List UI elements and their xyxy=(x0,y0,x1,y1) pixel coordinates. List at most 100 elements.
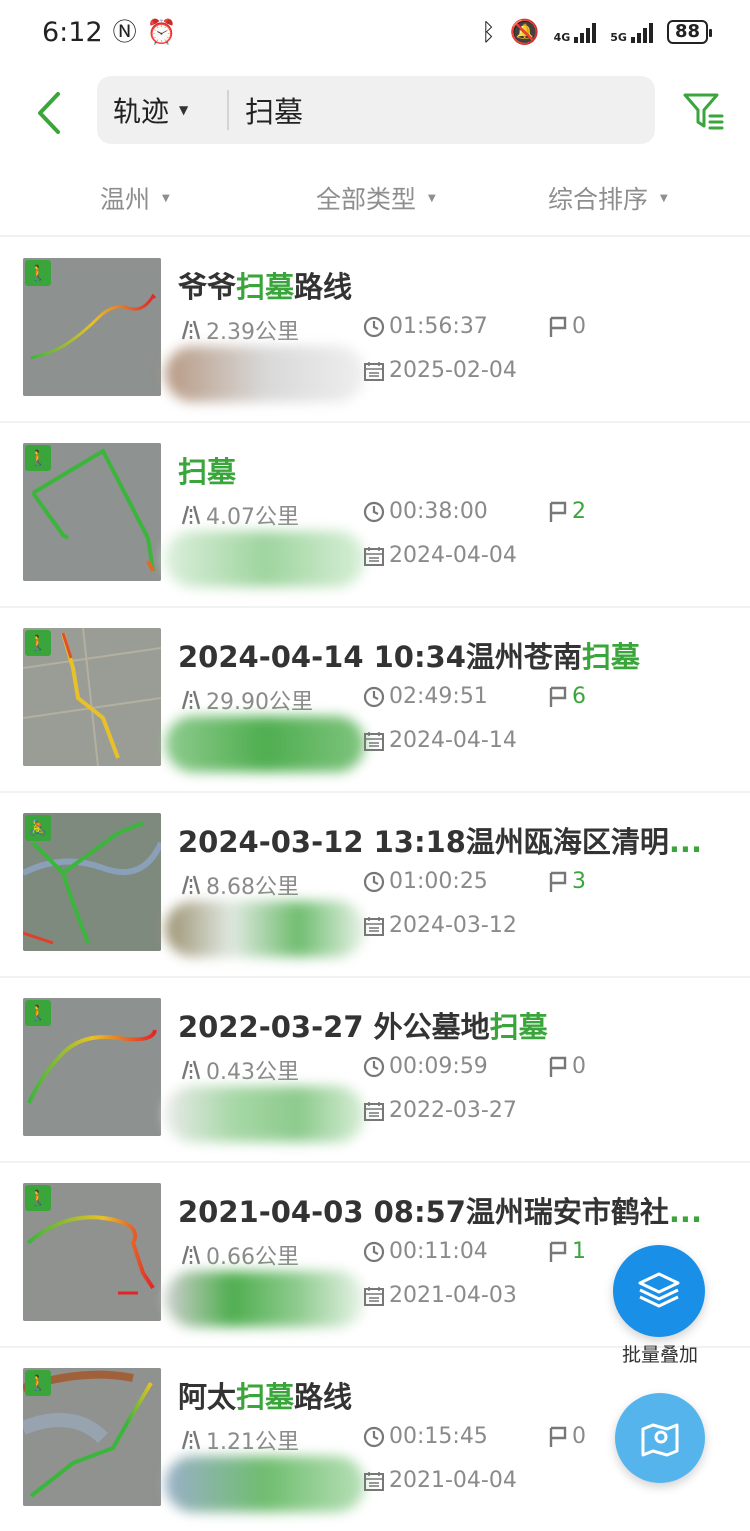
track-map-thumbnail: 🚶 xyxy=(23,628,161,766)
track-points: 3 xyxy=(548,869,586,894)
track-title: 2022-03-27 外公墓地扫墓 xyxy=(178,1010,548,1044)
calendar-icon xyxy=(364,1471,384,1491)
caret-down-icon: ▼ xyxy=(162,192,170,204)
search-type-label: 轨迹 xyxy=(113,95,170,128)
track-date: 2024-03-12 xyxy=(363,913,517,938)
flag-icon xyxy=(549,686,567,707)
battery-indicator: 88 xyxy=(666,20,713,44)
walking-icon: 🚶 xyxy=(25,445,51,471)
layers-icon xyxy=(638,1272,680,1308)
redacted-area xyxy=(165,1271,365,1327)
filter-type[interactable]: 全部类型 ▼ xyxy=(316,166,436,230)
walking-icon: 🚶 xyxy=(25,1370,51,1396)
caret-down-icon: ▼ xyxy=(660,192,668,204)
track-points: 2 xyxy=(548,499,586,524)
redacted-area xyxy=(165,346,365,402)
track-distance: 0.66公里 xyxy=(180,1239,299,1271)
flag-icon xyxy=(549,1426,567,1447)
track-points: 0 xyxy=(548,314,586,339)
clock-icon xyxy=(363,1426,385,1447)
search-type-dropdown[interactable]: 轨迹 ▼ xyxy=(97,90,227,130)
back-button[interactable] xyxy=(30,90,70,136)
track-date: 2021-04-04 xyxy=(363,1468,517,1493)
track-item[interactable]: 🚶 爷爷扫墓路线 2.39公里 01:56:37 0 2025-02-04 xyxy=(0,238,750,423)
road-icon xyxy=(181,505,201,525)
track-duration: 00:11:04 xyxy=(363,1239,488,1264)
flag-icon xyxy=(549,1241,567,1262)
track-item[interactable]: 🚶 扫墓 4.07公里 00:38:00 2 2024-04-04 xyxy=(0,423,750,608)
filter-sort[interactable]: 综合排序 ▼ xyxy=(548,166,668,230)
track-title: 扫墓 xyxy=(178,455,237,489)
status-bar: 6:12 Ⓝ ⏰ ᛒ 🔕 4G 5G 88 xyxy=(0,0,750,64)
search-box: 轨迹 ▼ xyxy=(97,76,655,144)
calendar-icon xyxy=(364,1286,384,1306)
track-map-thumbnail: 🚶 xyxy=(23,1183,161,1321)
track-map-thumbnail: 🚴 xyxy=(23,813,161,951)
track-distance: 0.43公里 xyxy=(180,1054,299,1086)
road-icon xyxy=(181,690,201,710)
track-map-thumbnail: 🚶 xyxy=(23,1368,161,1506)
map-view-button[interactable] xyxy=(615,1393,705,1483)
track-duration: 00:15:45 xyxy=(363,1424,488,1449)
status-left: 6:12 Ⓝ ⏰ xyxy=(42,17,177,48)
track-date: 2024-04-04 xyxy=(363,543,517,568)
track-item[interactable]: 🚴 2024-03-12 13:18温州瓯海区清明... 8.68公里 01:0… xyxy=(0,793,750,978)
walking-icon: 🚶 xyxy=(25,260,51,286)
batch-overlay-label: 批量叠加 xyxy=(621,1344,698,1366)
caret-down-icon: ▼ xyxy=(428,192,436,204)
redacted-area xyxy=(165,901,365,957)
track-title: 2021-04-03 08:57温州瑞安市鹤社... xyxy=(178,1195,702,1229)
filter-city[interactable]: 温州 ▼ xyxy=(100,166,170,230)
track-item[interactable]: 🚶 2022-03-27 外公墓地扫墓 0.43公里 00:09:59 0 20… xyxy=(0,978,750,1163)
clock-icon xyxy=(363,501,385,522)
status-right: ᛒ 🔕 4G 5G 88 xyxy=(481,18,713,46)
walking-icon: 🚶 xyxy=(25,1000,51,1026)
track-points: 6 xyxy=(548,684,586,709)
walking-icon: 🚶 xyxy=(25,1185,51,1211)
calendar-icon xyxy=(364,916,384,936)
top-nav: 轨迹 ▼ xyxy=(0,76,750,146)
search-input[interactable] xyxy=(229,80,655,140)
nfc-icon: Ⓝ xyxy=(112,18,137,46)
track-title: 2024-03-12 13:18温州瓯海区清明... xyxy=(178,825,702,859)
redacted-area xyxy=(165,716,365,772)
track-map-thumbnail: 🚶 xyxy=(23,443,161,581)
clock-icon xyxy=(363,686,385,707)
flag-icon xyxy=(549,316,567,337)
calendar-icon xyxy=(364,546,384,566)
track-distance: 1.21公里 xyxy=(180,1424,299,1456)
road-icon xyxy=(181,320,201,340)
track-duration: 02:49:51 xyxy=(363,684,488,709)
road-icon xyxy=(181,1245,201,1265)
walking-icon: 🚶 xyxy=(25,630,51,656)
calendar-icon xyxy=(364,731,384,751)
track-list: 🚶 爷爷扫墓路线 2.39公里 01:56:37 0 2025-02-04 🚶 … xyxy=(0,238,750,1531)
redacted-area xyxy=(165,1086,365,1142)
track-map-thumbnail: 🚶 xyxy=(23,258,161,396)
filter-divider xyxy=(0,235,750,237)
clock-icon xyxy=(363,316,385,337)
track-points: 0 xyxy=(548,1054,586,1079)
bluetooth-icon: ᛒ xyxy=(481,18,496,46)
track-date: 2024-04-14 xyxy=(363,728,517,753)
signal-4g-icon: 4G xyxy=(554,21,597,43)
flag-icon xyxy=(549,1056,567,1077)
calendar-icon xyxy=(364,361,384,381)
road-icon xyxy=(181,875,201,895)
map-pin-icon xyxy=(641,1423,679,1457)
track-date: 2025-02-04 xyxy=(363,358,517,383)
batch-overlay-button[interactable] xyxy=(613,1245,705,1337)
track-duration: 01:00:25 xyxy=(363,869,488,894)
road-icon xyxy=(181,1430,201,1450)
clock-icon xyxy=(363,1241,385,1262)
road-icon xyxy=(181,1060,201,1080)
track-distance: 2.39公里 xyxy=(180,314,299,346)
flag-icon xyxy=(549,501,567,522)
status-time: 6:12 xyxy=(42,16,103,48)
flag-icon xyxy=(549,871,567,892)
redacted-area xyxy=(165,531,365,587)
clock-icon xyxy=(363,871,385,892)
filter-button[interactable] xyxy=(682,90,726,134)
track-item[interactable]: 🚶 2024-04-14 10:34温州苍南扫墓 29.90公里 02:49:5… xyxy=(0,608,750,793)
track-duration: 00:38:00 xyxy=(363,499,488,524)
